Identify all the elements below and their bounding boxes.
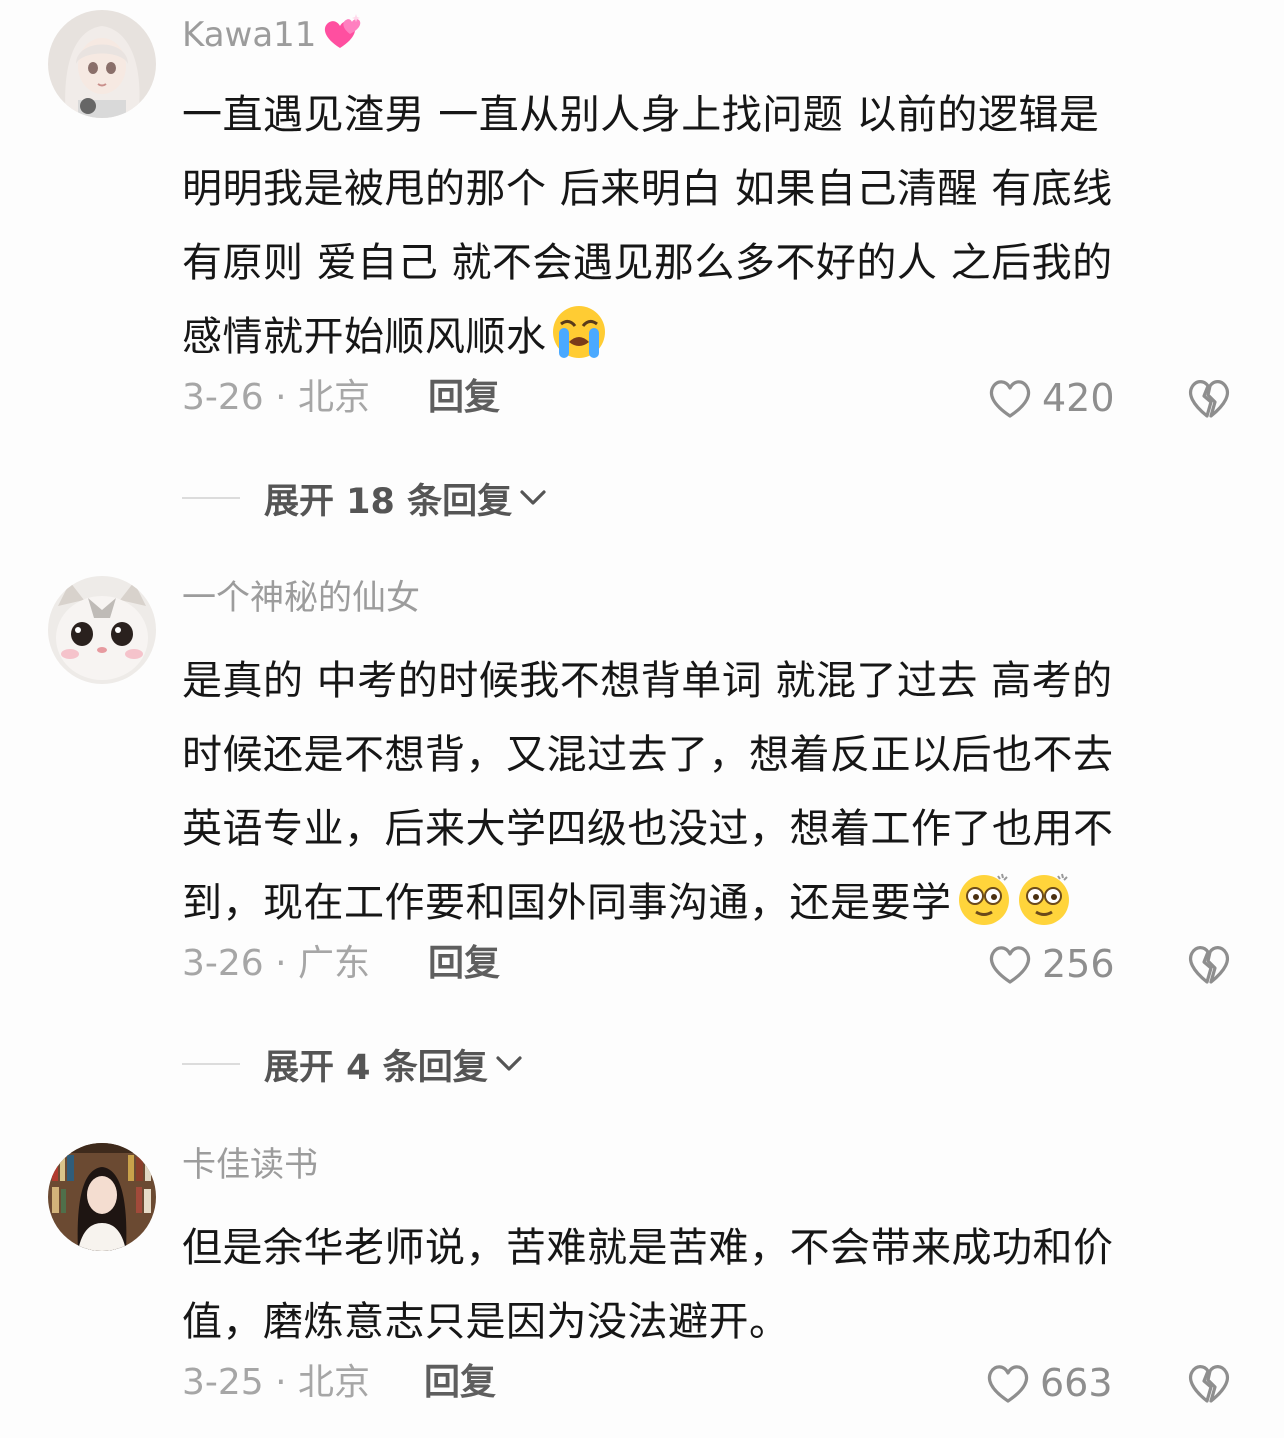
loudly-crying-face-icon	[551, 304, 607, 360]
like-count: 256	[1042, 942, 1115, 986]
sparkling-heart-icon	[318, 12, 364, 61]
avatar[interactable]	[48, 10, 156, 118]
reply-button[interactable]: 回复	[424, 1361, 496, 1405]
avatar[interactable]	[48, 1143, 156, 1251]
like-button[interactable]: 420	[986, 374, 1115, 422]
like-button[interactable]: 663	[984, 1359, 1113, 1407]
broken-heart-icon[interactable]	[1186, 1361, 1232, 1405]
like-count: 420	[1042, 376, 1115, 420]
divider	[182, 497, 240, 499]
chevron-down-icon	[496, 1056, 522, 1071]
broken-heart-icon[interactable]	[1186, 942, 1232, 986]
heart-icon	[989, 380, 1031, 418]
like-count: 663	[1040, 1361, 1113, 1405]
comment-text: 是真的 中考的时候我不想背单词 就混了过去 高考的 时候还是不想背，又混过去了，…	[182, 658, 1114, 926]
broken-heart-icon[interactable]	[1186, 376, 1232, 420]
avatar[interactable]	[48, 576, 156, 684]
dizzy-face-icon	[1016, 870, 1072, 926]
dizzy-face-icon	[956, 870, 1012, 926]
date-location: 3-25 · 北京	[182, 1362, 371, 1403]
comment-text: 但是余华老师说，苦难就是苦难，不会带来成功和价 值，磨炼意志只是因为没法避开。	[182, 1225, 1114, 1345]
reply-button[interactable]: 回复	[428, 942, 500, 986]
username[interactable]: 一个神秘的仙女	[182, 578, 420, 618]
chevron-down-icon	[520, 490, 546, 505]
like-button[interactable]: 256	[986, 940, 1115, 988]
username[interactable]: Kawa11	[182, 12, 364, 61]
heart-icon	[987, 1365, 1029, 1403]
expand-replies-button[interactable]: 展开 4 条回复	[182, 1042, 524, 1088]
date-location: 3-26 · 北京	[182, 377, 371, 418]
date-location: 3-26 · 广东	[182, 943, 371, 984]
heart-icon	[989, 946, 1031, 984]
comment-text: 一直遇见渣男 一直从别人身上找问题 以前的逻辑是 明明我是被甩的那个 后来明白 …	[182, 92, 1113, 360]
reply-button[interactable]: 回复	[428, 376, 500, 420]
divider	[182, 1063, 240, 1065]
expand-replies-button[interactable]: 展开 18 条回复	[182, 476, 548, 522]
username[interactable]: 卡佳读书	[182, 1145, 318, 1185]
